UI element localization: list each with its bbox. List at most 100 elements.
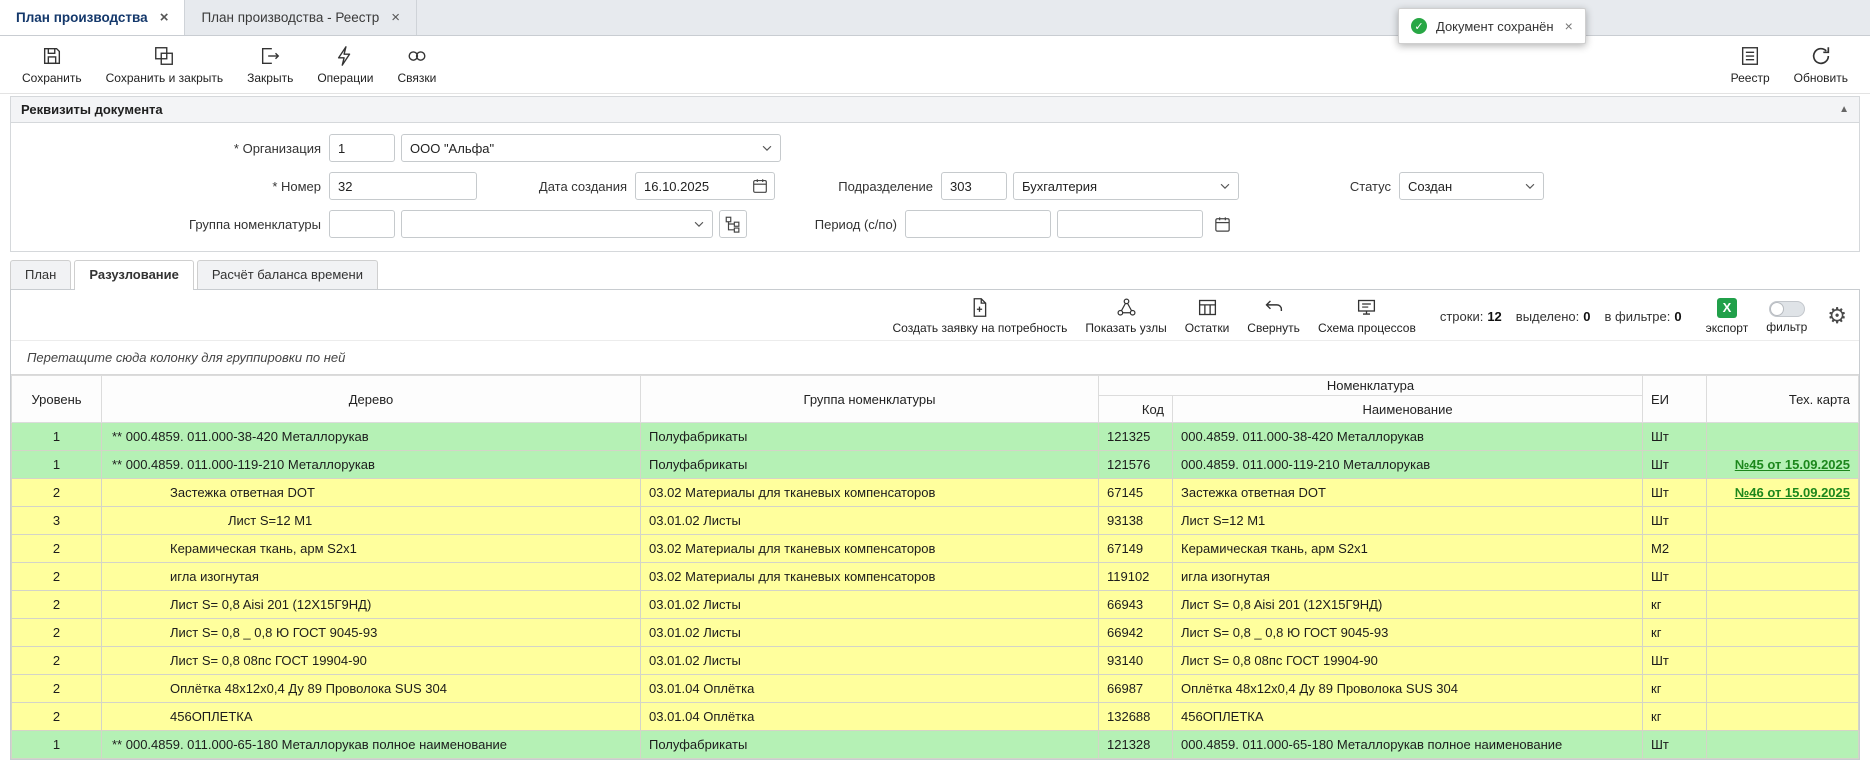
nomenclature-tree-button[interactable] — [719, 210, 747, 238]
cell-level: 2 — [12, 535, 102, 563]
cell-unit: кг — [1643, 591, 1707, 619]
filtered-counter: в фильтре:0 — [1605, 309, 1682, 324]
cell-name: Лист S= 0,8 Aisi 201 (12Х15Г9НД) — [1173, 591, 1643, 619]
organization-name-select[interactable]: ООО "Альфа" — [401, 134, 781, 162]
table-row[interactable]: 2 456ОПЛЕТКА 03.01.04 Оплётка 132688 456… — [12, 703, 1859, 731]
number-input[interactable] — [329, 172, 477, 200]
table-row[interactable]: 2 Керамическая ткань, арм S2x1 03.02 Мат… — [12, 535, 1859, 563]
header-tech-card[interactable]: Тех. карта — [1707, 376, 1859, 423]
operations-button[interactable]: Операции — [305, 41, 385, 89]
header-unit[interactable]: ЕИ — [1643, 376, 1707, 423]
select-value: ООО "Альфа" — [410, 141, 494, 156]
table-row[interactable]: 2 Лист S= 0,8 _ 0,8 Ю ГОСТ 9045-93 03.01… — [12, 619, 1859, 647]
group-by-drop-zone[interactable]: Перетащите сюда колонку для группировки … — [11, 340, 1859, 375]
cell-level: 3 — [12, 507, 102, 535]
calendar-icon[interactable] — [751, 177, 769, 195]
table-row[interactable]: 2 игла изогнутая 03.02 Материалы для тка… — [12, 563, 1859, 591]
chevron-down-icon — [760, 141, 774, 155]
stocks-button[interactable]: Остатки — [1185, 297, 1230, 335]
collapse-section-icon[interactable]: ▲ — [1839, 104, 1849, 115]
table-row[interactable]: 1 ** 000.4859. 011.000-38-420 Металлорук… — [12, 423, 1859, 451]
division-name-select[interactable]: Бухгалтерия — [1013, 172, 1239, 200]
header-nom-group[interactable]: Группа номенклатуры — [641, 376, 1099, 423]
close-tab-icon[interactable]: × — [160, 10, 169, 25]
table-row[interactable]: 1 ** 000.4859. 011.000-65-180 Металлорук… — [12, 731, 1859, 759]
export-excel-button[interactable]: X экспорт — [1706, 298, 1749, 335]
select-value: Бухгалтерия — [1022, 179, 1097, 194]
table-row[interactable]: 2 Лист S= 0,8 Aisi 201 (12Х15Г9НД) 03.01… — [12, 591, 1859, 619]
gear-icon[interactable]: ⚙ — [1827, 305, 1847, 327]
cell-unit: кг — [1643, 703, 1707, 731]
cell-tech-card — [1707, 563, 1859, 591]
cell-group: 03.01.02 Листы — [641, 619, 1099, 647]
cell-name: 000.4859. 011.000-38-420 Металлорукав — [1173, 423, 1643, 451]
cell-code: 67145 — [1099, 479, 1173, 507]
tab-time-balance[interactable]: Расчёт баланса времени — [197, 260, 378, 289]
cell-code: 66942 — [1099, 619, 1173, 647]
nomenclature-group-label: Группа номенклатуры — [11, 217, 329, 232]
cell-tree: Керамическая ткань, арм S2x1 — [102, 535, 641, 563]
save-and-close-button[interactable]: Сохранить и закрыть — [94, 41, 235, 89]
window-tab-registry[interactable]: План производства - Реестр × — [185, 0, 417, 35]
period-to-input[interactable] — [1057, 210, 1203, 238]
chevron-down-icon — [692, 217, 706, 231]
cell-name: игла изогнутая — [1173, 563, 1643, 591]
lightning-icon — [334, 45, 356, 67]
header-level[interactable]: Уровень — [12, 376, 102, 423]
status-select[interactable]: Создан — [1399, 172, 1544, 200]
list-icon — [1739, 45, 1761, 67]
requisites-header[interactable]: Реквизиты документа ▲ — [11, 97, 1859, 123]
select-value: Создан — [1408, 179, 1452, 194]
cell-tech-card: №46 от 15.09.2025 — [1707, 479, 1859, 507]
cell-code: 121328 — [1099, 731, 1173, 759]
cell-code: 93138 — [1099, 507, 1173, 535]
calendar-icon[interactable] — [1213, 215, 1232, 234]
period-from-input[interactable] — [905, 210, 1051, 238]
table-row[interactable]: 2 Лист S= 0,8 08пс ГОСТ 19904-90 03.01.0… — [12, 647, 1859, 675]
cell-code: 93140 — [1099, 647, 1173, 675]
table-row[interactable]: 2 Застежка ответная DOT 03.02 Материалы … — [12, 479, 1859, 507]
tech-card-link[interactable]: №46 от 15.09.2025 — [1735, 485, 1850, 500]
save-button[interactable]: Сохранить — [10, 41, 94, 89]
save-icon — [41, 45, 63, 67]
status-label: Статус — [1239, 179, 1399, 194]
toggle-switch-icon[interactable] — [1769, 301, 1805, 317]
process-diagram-button[interactable]: Схема процессов — [1318, 297, 1416, 335]
header-code[interactable]: Код — [1099, 396, 1173, 423]
filter-toggle-button[interactable]: фильтр — [1766, 298, 1807, 334]
close-toast-icon[interactable]: × — [1565, 18, 1573, 34]
period-label: Период (с/по) — [747, 217, 905, 232]
header-tree[interactable]: Дерево — [102, 376, 641, 423]
close-button[interactable]: Закрыть — [235, 41, 305, 89]
cell-tree: ** 000.4859. 011.000-119-210 Металлорука… — [102, 451, 641, 479]
show-nodes-button[interactable]: Показать узлы — [1085, 297, 1166, 335]
header-nomenclature[interactable]: Номенклатура — [1099, 376, 1643, 396]
tab-plan[interactable]: План — [10, 260, 71, 289]
close-tab-icon[interactable]: × — [391, 10, 400, 25]
cell-group: 03.01.02 Листы — [641, 591, 1099, 619]
tech-card-link[interactable]: №45 от 15.09.2025 — [1735, 457, 1850, 472]
table-row[interactable]: 3 Лист S=12 М1 03.01.02 Листы 93138 Лист… — [12, 507, 1859, 535]
cell-code: 132688 — [1099, 703, 1173, 731]
cell-tree: игла изогнутая — [102, 563, 641, 591]
registry-button[interactable]: Реестр — [1719, 41, 1782, 89]
nomenclature-group-code-input[interactable] — [329, 210, 395, 238]
nomenclature-group-select[interactable] — [401, 210, 713, 238]
collapse-button[interactable]: Свернуть — [1247, 297, 1300, 335]
refresh-button[interactable]: Обновить — [1782, 41, 1860, 89]
cell-unit: Шт — [1643, 647, 1707, 675]
rows-counter: строки:12 — [1440, 309, 1502, 324]
header-name[interactable]: Наименование — [1173, 396, 1643, 423]
cell-level: 2 — [12, 647, 102, 675]
division-code-input[interactable] — [941, 172, 1007, 200]
cell-tree: ** 000.4859. 011.000-38-420 Металлорукав — [102, 423, 641, 451]
links-button[interactable]: Связки — [385, 41, 448, 89]
tab-razuzlovanie[interactable]: Разузлование — [74, 260, 194, 289]
window-tab-plan[interactable]: План производства × — [0, 0, 185, 35]
chevron-down-icon — [1218, 179, 1232, 193]
create-demand-request-button[interactable]: Создать заявку на потребность — [893, 297, 1068, 335]
cell-name: Застежка ответная DOT — [1173, 479, 1643, 507]
table-row[interactable]: 2 Оплётка 48x12x0,4 Ду 89 Проволока SUS … — [12, 675, 1859, 703]
table-row[interactable]: 1 ** 000.4859. 011.000-119-210 Металлору… — [12, 451, 1859, 479]
organization-code-input[interactable] — [329, 134, 395, 162]
